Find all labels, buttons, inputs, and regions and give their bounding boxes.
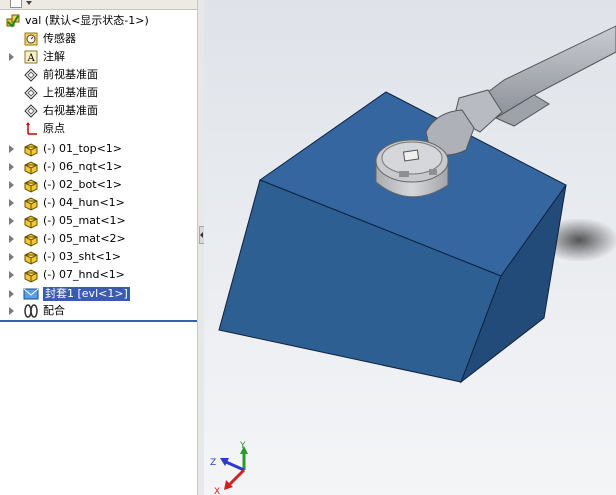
part-icon: [24, 233, 38, 247]
expand-arrow-icon[interactable]: [9, 163, 14, 171]
envelope-icon: [23, 288, 39, 300]
tree-item-label: (-) 07_hnd<1>: [43, 268, 125, 281]
tree-item[interactable]: 配合: [0, 302, 197, 320]
tree-item[interactable]: 上视基准面: [0, 84, 197, 102]
model-view: Y Z X: [204, 0, 616, 495]
tree-item-label: (-) 03_sht<1>: [43, 250, 121, 263]
plane-icon: [24, 68, 38, 82]
tree-divider: [0, 320, 197, 322]
expand-arrow-icon[interactable]: [9, 199, 14, 207]
tree-item[interactable]: (-) 03_sht<1>: [0, 248, 197, 266]
part-icon: [24, 179, 38, 193]
tree-item-label: (-) 06_nqt<1>: [43, 160, 123, 173]
tree-root-item[interactable]: val (默认<显示状态-1>): [0, 12, 197, 30]
tree-item[interactable]: 封套1 [evl<1>]: [0, 285, 197, 303]
plane-icon: [24, 86, 38, 100]
expand-arrow-icon[interactable]: [9, 271, 14, 279]
expand-arrow-icon[interactable]: [9, 235, 14, 243]
tree-item-label: 右视基准面: [43, 104, 98, 117]
tree-item[interactable]: (-) 05_mat<1>: [0, 212, 197, 230]
expand-arrow-icon[interactable]: [9, 290, 14, 298]
tree-item[interactable]: 原点: [0, 120, 197, 138]
part-icon: [24, 161, 38, 175]
chevron-down-icon[interactable]: [26, 1, 32, 5]
tree-item[interactable]: (-) 02_bot<1>: [0, 176, 197, 194]
tree-item-label: 注解: [43, 50, 65, 63]
graphics-viewport[interactable]: Y Z X: [204, 0, 616, 495]
tree-item[interactable]: (-) 06_nqt<1>: [0, 158, 197, 176]
tree-item[interactable]: (-) 05_mat<2>: [0, 230, 197, 248]
filter-icon[interactable]: [10, 0, 22, 8]
expand-arrow-icon[interactable]: [9, 53, 14, 61]
tree-item[interactable]: (-) 04_hun<1>: [0, 194, 197, 212]
expand-arrow-icon[interactable]: [9, 181, 14, 189]
part-icon: [24, 215, 38, 229]
mates-icon: [24, 304, 38, 318]
annotation-icon: A: [24, 50, 38, 64]
tree-item[interactable]: (-) 01_top<1>: [0, 140, 197, 158]
part-icon: [24, 269, 38, 283]
part-icon: [24, 251, 38, 265]
tree-item-label: 原点: [43, 122, 65, 135]
plane-icon: [24, 104, 38, 118]
assembly-icon: [6, 14, 20, 28]
feature-manager-tree: val (默认<显示状态-1>) 传感器 A 注解前视基准面上视基准面右视基准面原点…: [0, 0, 198, 495]
tree-item-label: 前视基准面: [43, 68, 98, 81]
tree-item-label: (-) 05_mat<2>: [43, 232, 126, 245]
tree-item-label: (-) 05_mat<1>: [43, 214, 126, 227]
expand-arrow-icon[interactable]: [9, 217, 14, 225]
expand-arrow-icon[interactable]: [9, 253, 14, 261]
triad-y-label: Y: [239, 441, 246, 451]
triad-x-label: X: [214, 487, 220, 495]
tree-item[interactable]: (-) 07_hnd<1>: [0, 266, 197, 284]
tree-item[interactable]: 前视基准面: [0, 66, 197, 84]
panel-splitter[interactable]: [197, 0, 204, 495]
tree-item-label: (-) 04_hun<1>: [43, 196, 125, 209]
tree-item-label: (-) 02_bot<1>: [43, 178, 123, 191]
expand-arrow-icon[interactable]: [9, 145, 14, 153]
tree-item-label: (-) 01_top<1>: [43, 142, 123, 155]
part-icon: [24, 143, 38, 157]
tree-item[interactable]: 右视基准面: [0, 102, 197, 120]
tree-item[interactable]: 传感器: [0, 30, 197, 48]
expand-arrow-icon[interactable]: [9, 307, 14, 315]
svg-text:A: A: [27, 53, 36, 64]
tree-item-label: 封套1 [evl<1>]: [43, 287, 130, 301]
socket-part[interactable]: [375, 139, 449, 198]
tree-item[interactable]: A 注解: [0, 48, 197, 66]
tree-item-label: 传感器: [43, 32, 76, 45]
chevron-left-icon: [200, 232, 203, 238]
tree-item-label: 上视基准面: [43, 86, 98, 99]
triad-z-label: Z: [210, 458, 216, 468]
tree-toolbar-strip: [0, 0, 197, 10]
tree-root-label: val (默认<显示状态-1>): [25, 14, 149, 27]
origin-icon: [26, 122, 37, 135]
sensor-icon: [24, 32, 38, 46]
tree-item-label: 配合: [43, 304, 65, 317]
part-icon: [24, 197, 38, 211]
